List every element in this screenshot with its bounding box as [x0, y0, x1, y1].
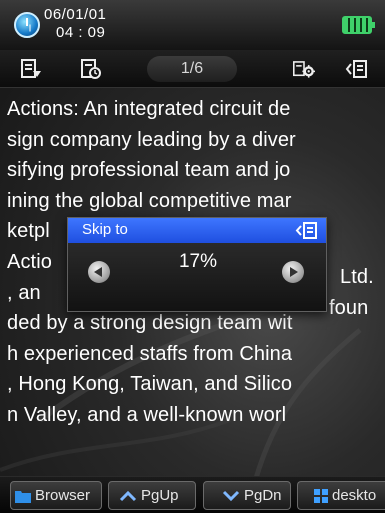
text-line: , Hong Kong, Taiwan, and Silico	[7, 373, 293, 396]
text-line: n Valley, and a well-known worl	[7, 403, 287, 426]
desktop-button[interactable]: deskto	[297, 481, 385, 510]
dialog-title: Skip to	[82, 221, 128, 238]
text-line: sifying professional team and jo	[7, 159, 291, 182]
dialog-title-bar: Skip to	[68, 218, 326, 243]
text-line: h experienced staffs from China	[7, 342, 293, 365]
browser-label: Browser	[35, 487, 91, 504]
text-line: ining the global competitive mar	[7, 189, 292, 212]
device-screen: 06/01/01 04 : 09 1/6 Actions: An integra…	[0, 0, 385, 513]
skip-to-dialog: Skip to 17%	[67, 217, 327, 312]
auto-scroll-timer-icon[interactable]	[80, 58, 102, 80]
page-indicator: 1/6	[147, 56, 237, 82]
skip-percentage[interactable]: 17%	[148, 251, 248, 273]
skip-to-icon	[295, 222, 317, 239]
status-bar: 06/01/01 04 : 09	[0, 0, 385, 50]
page-up-label: PgUp	[141, 487, 179, 504]
browser-button[interactable]: Browser	[10, 481, 102, 510]
settings-gear-icon[interactable]	[293, 58, 321, 80]
increase-arrow-button[interactable]	[282, 261, 304, 283]
clock-icon	[14, 12, 40, 38]
text-line: sign company leading by a diver	[7, 128, 296, 151]
battery-icon	[342, 16, 375, 34]
desktop-label: deskto	[332, 487, 377, 504]
page-down-label: PgDn	[244, 487, 282, 504]
bookmark-list-icon[interactable]	[20, 58, 42, 80]
dialog-body: 17%	[68, 243, 326, 311]
bottom-softkey-bar: Browser PgUp PgDn deskto	[0, 476, 385, 513]
folder-icon	[15, 490, 31, 503]
skip-to-icon[interactable]	[345, 58, 367, 80]
page-up-button[interactable]: PgUp	[108, 481, 196, 510]
reader-toolbar: 1/6	[0, 50, 385, 88]
page-down-button[interactable]: PgDn	[203, 481, 291, 510]
chevron-up-icon	[119, 490, 137, 501]
status-date: 06/01/01	[44, 6, 107, 23]
text-line-fragment: Ltd.	[340, 266, 374, 288]
chevron-down-icon	[222, 490, 240, 501]
text-line: ded by a strong design team wit	[7, 312, 293, 335]
text-line: Actions: An integrated circuit de	[7, 98, 291, 120]
status-time: 04 : 09	[56, 24, 106, 41]
decrease-arrow-button[interactable]	[88, 261, 110, 283]
desktop-grid-icon	[314, 488, 328, 503]
text-line-fragment: foun	[329, 297, 369, 319]
